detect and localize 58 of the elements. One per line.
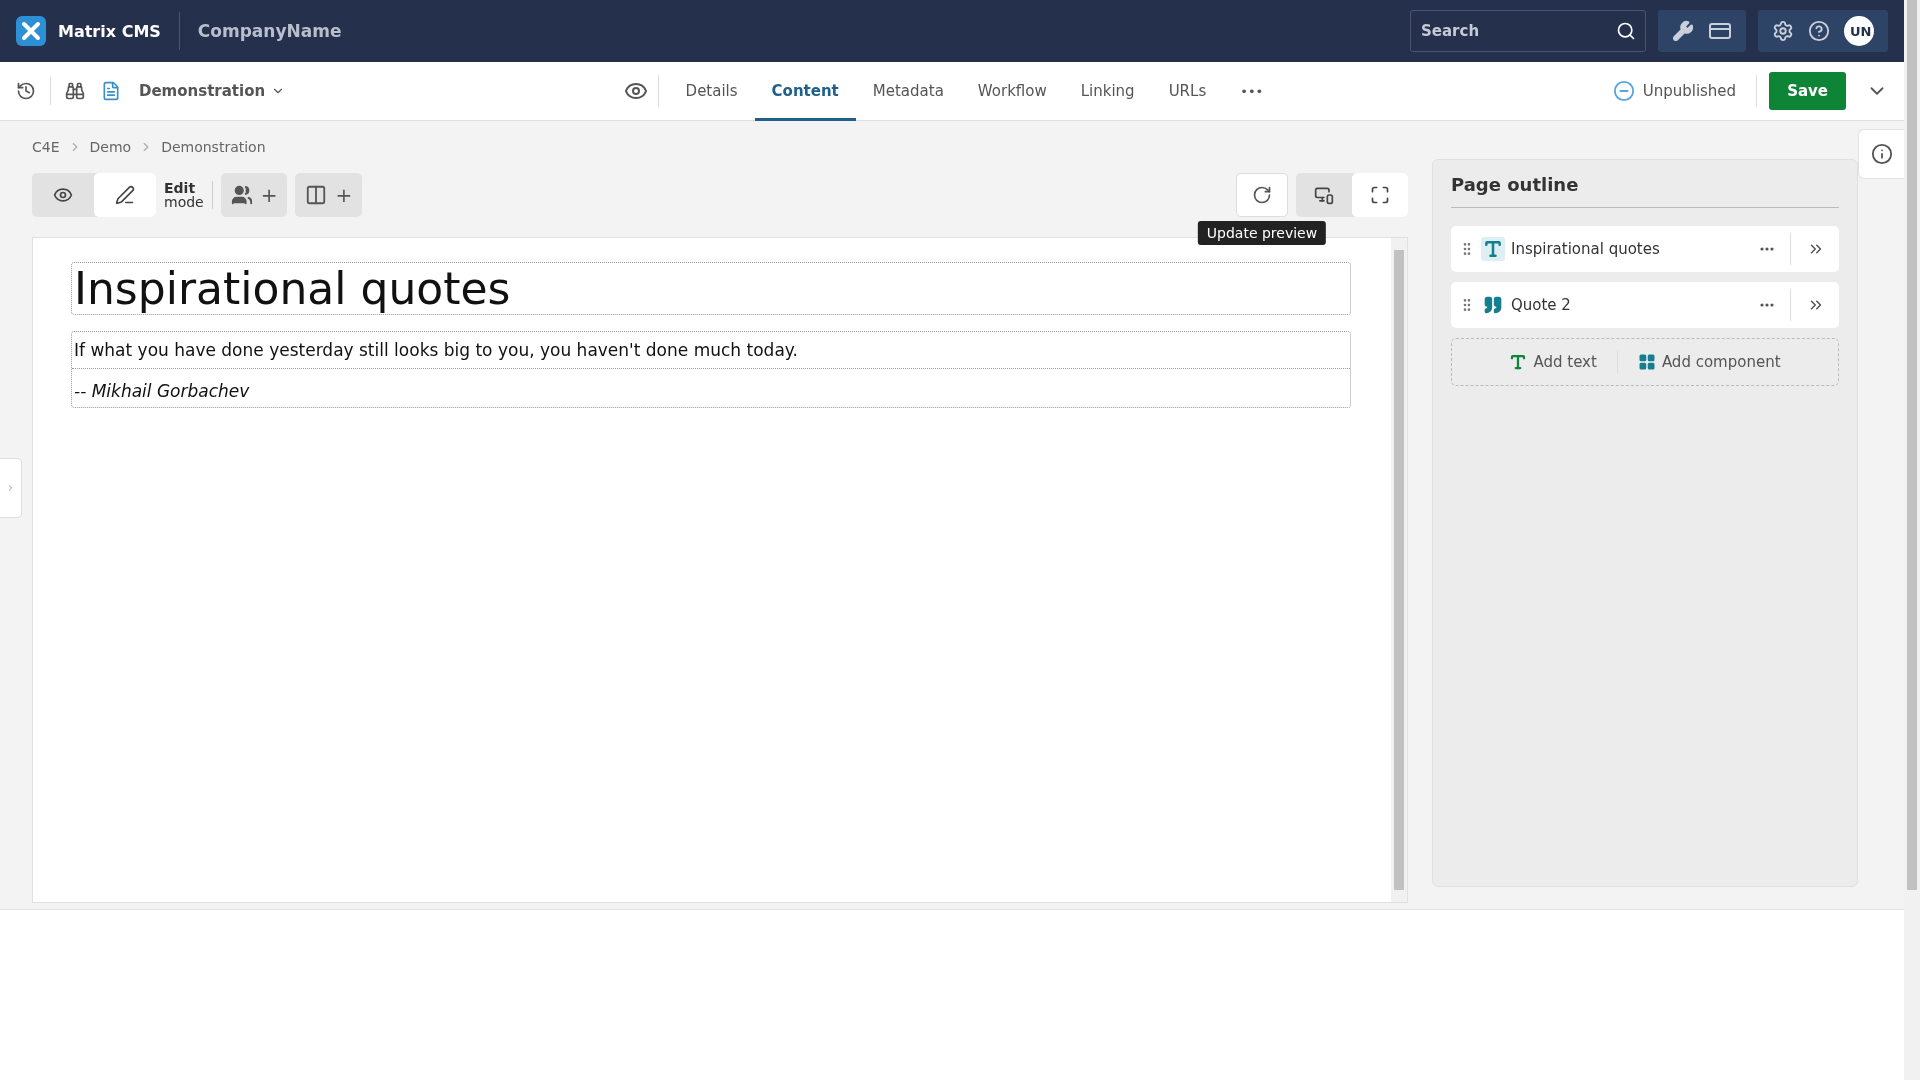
- unpublished-icon: [1612, 80, 1635, 102]
- outline-title: Page outline: [1451, 174, 1839, 208]
- preview-icon: [53, 185, 73, 205]
- refresh-icon: [1252, 185, 1272, 205]
- grid-icon: [1637, 353, 1656, 371]
- devices-icon: [1314, 185, 1334, 205]
- page-icon: [101, 81, 121, 101]
- scrollbar-thumb[interactable]: [1907, 0, 1917, 890]
- scrollbar-thumb[interactable]: [1394, 250, 1404, 890]
- add-users-button[interactable]: +: [220, 173, 288, 217]
- tab[interactable]: Metadata: [855, 61, 961, 121]
- info-icon: [1870, 143, 1893, 165]
- status-label: Unpublished: [1642, 82, 1737, 100]
- tab[interactable]: Details: [668, 61, 755, 121]
- text-icon: [1509, 353, 1528, 371]
- search-field[interactable]: Search: [1410, 10, 1646, 52]
- more-icon[interactable]: [1760, 303, 1774, 307]
- text-icon: [1483, 239, 1503, 259]
- history-icon[interactable]: [16, 81, 36, 101]
- pencil-icon: [115, 185, 135, 205]
- more-icon[interactable]: [1760, 247, 1774, 251]
- refresh-button[interactable]: [1236, 173, 1288, 217]
- mode-label: Edit mode: [164, 181, 213, 209]
- logo-icon: [16, 16, 46, 46]
- columns-icon: [305, 184, 328, 206]
- add-component-button[interactable]: Add component: [1631, 352, 1787, 372]
- tab[interactable]: Workflow: [960, 61, 1064, 121]
- info-button[interactable]: [1858, 129, 1904, 179]
- company-name: CompanyName: [197, 21, 343, 41]
- tab[interactable]: URLs: [1151, 61, 1224, 121]
- item-label: Inspirational quotes: [1511, 240, 1661, 258]
- users-icon: [230, 184, 253, 206]
- binoculars-icon[interactable]: [65, 81, 85, 101]
- more-button[interactable]: •••: [1223, 83, 1281, 99]
- asset-dropdown[interactable]: Demonstration: [133, 81, 292, 101]
- quote-author[interactable]: -- Mikhail Gorbachev: [72, 369, 1350, 407]
- quote-text[interactable]: If what you have done yesterday still looks big to you, you haven't done much today.: [72, 332, 1350, 369]
- item-label: Quote 2: [1511, 296, 1572, 314]
- product-name: Matrix CMS: [58, 21, 161, 41]
- wrench-icon[interactable]: [1672, 20, 1694, 42]
- quote-icon: [1483, 295, 1503, 315]
- settings-icon[interactable]: [1772, 20, 1794, 42]
- save-button[interactable]: Save: [1769, 72, 1846, 110]
- fullscreen-icon: [1370, 185, 1390, 205]
- tab[interactable]: Linking: [1063, 61, 1152, 121]
- breadcrumb-link[interactable]: Demo: [89, 139, 132, 155]
- outline-item[interactable]: Inspirational quotes: [1451, 226, 1839, 272]
- tab[interactable]: Content: [754, 61, 856, 121]
- edit-mode-button[interactable]: [94, 173, 156, 217]
- breadcrumb-link[interactable]: Demonstration: [161, 139, 266, 155]
- search-icon[interactable]: [1616, 21, 1636, 41]
- tooltip: Update preview: [1197, 221, 1327, 245]
- user-avatar[interactable]: UN: [1844, 16, 1874, 46]
- breadcrumb-link[interactable]: C4E: [32, 139, 60, 155]
- add-text-button[interactable]: Add text: [1503, 352, 1603, 372]
- add-layout-button[interactable]: +: [295, 173, 363, 217]
- outline-item[interactable]: Quote 2: [1451, 282, 1839, 328]
- help-icon[interactable]: [1808, 20, 1830, 42]
